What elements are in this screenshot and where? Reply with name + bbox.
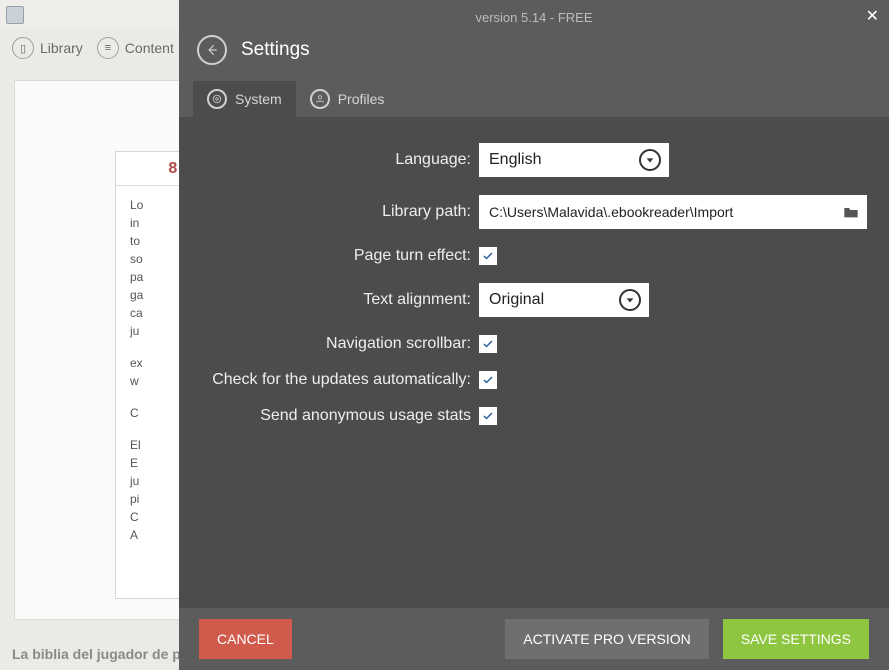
back-button[interactable] bbox=[197, 35, 227, 65]
arrow-left-icon bbox=[205, 43, 219, 57]
close-icon[interactable]: ✕ bbox=[866, 6, 879, 26]
tab-profiles[interactable]: Profiles bbox=[296, 81, 399, 117]
list-icon: ≡ bbox=[97, 37, 119, 59]
page-title: Settings bbox=[241, 39, 310, 61]
version-label: version 5.14 - FREE bbox=[179, 0, 889, 29]
nav-scroll-label: Navigation scrollbar: bbox=[199, 335, 479, 353]
settings-overlay: ✕ version 5.14 - FREE Settings System Pr… bbox=[179, 0, 889, 670]
row-nav-scroll: Navigation scrollbar: bbox=[199, 335, 869, 353]
updates-label: Check for the updates automatically: bbox=[199, 371, 479, 389]
tab-system-label: System bbox=[235, 91, 282, 107]
language-dropdown[interactable]: English bbox=[479, 143, 669, 177]
row-text-align: Text alignment: Original bbox=[199, 283, 869, 317]
book-caption: La biblia del jugador de p bbox=[12, 646, 181, 662]
save-settings-button[interactable]: SAVE SETTINGS bbox=[723, 619, 869, 659]
tabs: System Profiles bbox=[179, 81, 889, 117]
usage-label: Send anonymous usage stats bbox=[199, 407, 479, 425]
gear-icon bbox=[207, 89, 227, 109]
page-turn-checkbox[interactable] bbox=[479, 247, 497, 265]
language-value: English bbox=[489, 151, 541, 169]
nav-scroll-checkbox[interactable] bbox=[479, 335, 497, 353]
tab-profiles-label: Profiles bbox=[338, 91, 385, 107]
row-updates: Check for the updates automatically: bbox=[199, 371, 869, 389]
cancel-button[interactable]: CANCEL bbox=[199, 619, 292, 659]
text-align-label: Text alignment: bbox=[199, 291, 479, 309]
chevron-down-icon bbox=[639, 149, 661, 171]
page-turn-label: Page turn effect: bbox=[199, 247, 479, 265]
text-align-dropdown[interactable]: Original bbox=[479, 283, 649, 317]
overlay-footer: CANCEL ACTIVATE PRO VERSION SAVE SETTING… bbox=[179, 608, 889, 670]
overlay-heading: Settings bbox=[179, 29, 889, 81]
book-icon: ▯ bbox=[12, 37, 34, 59]
library-path-input[interactable]: C:\Users\Malavida\.ebookreader\Import bbox=[479, 195, 867, 229]
app-logo-icon bbox=[6, 6, 24, 24]
row-usage: Send anonymous usage stats bbox=[199, 407, 869, 425]
chevron-down-icon bbox=[619, 289, 641, 311]
activate-pro-button[interactable]: ACTIVATE PRO VERSION bbox=[505, 619, 709, 659]
text-align-value: Original bbox=[489, 291, 544, 309]
toolbar-content[interactable]: ≡ Content bbox=[97, 37, 174, 59]
updates-checkbox[interactable] bbox=[479, 371, 497, 389]
usage-checkbox[interactable] bbox=[479, 407, 497, 425]
row-library-path: Library path: C:\Users\Malavida\.ebookre… bbox=[199, 195, 869, 229]
folder-icon[interactable] bbox=[843, 205, 859, 219]
library-path-label: Library path: bbox=[199, 203, 479, 221]
user-icon bbox=[310, 89, 330, 109]
tab-system[interactable]: System bbox=[193, 81, 296, 117]
language-label: Language: bbox=[199, 151, 479, 169]
row-page-turn: Page turn effect: bbox=[199, 247, 869, 265]
library-path-value: C:\Users\Malavida\.ebookreader\Import bbox=[489, 204, 733, 220]
row-language: Language: English bbox=[199, 143, 869, 177]
tab-content: Language: English Library path: C:\Users… bbox=[179, 117, 889, 608]
toolbar-library-label: Library bbox=[40, 40, 83, 56]
toolbar-library[interactable]: ▯ Library bbox=[12, 37, 83, 59]
toolbar-content-label: Content bbox=[125, 40, 174, 56]
